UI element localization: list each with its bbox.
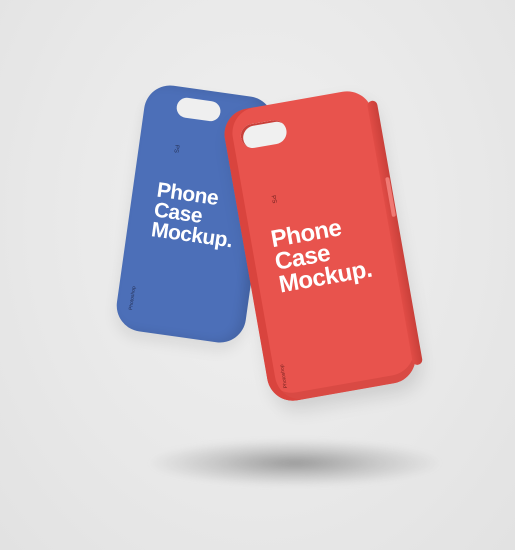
case-side-edge	[366, 99, 424, 366]
floor-shadow	[150, 440, 440, 486]
case-headline: Phone Case Mockup.	[150, 179, 239, 253]
case-small-top-text: PS	[172, 144, 180, 154]
red-phone-case: PS Phone Case Mockup. Photoshop	[220, 87, 424, 405]
case-headline: Phone Case Mockup.	[269, 212, 374, 298]
case-small-top-text: PS	[269, 194, 277, 204]
camera-cutout	[175, 96, 222, 123]
camera-cutout	[238, 118, 289, 150]
mockup-scene: PS Phone Case Mockup. Photoshop PS Phone…	[0, 0, 515, 550]
case-small-bottom-text: Photoshop	[279, 363, 290, 389]
case-small-bottom-text: Photoshop	[128, 285, 138, 311]
